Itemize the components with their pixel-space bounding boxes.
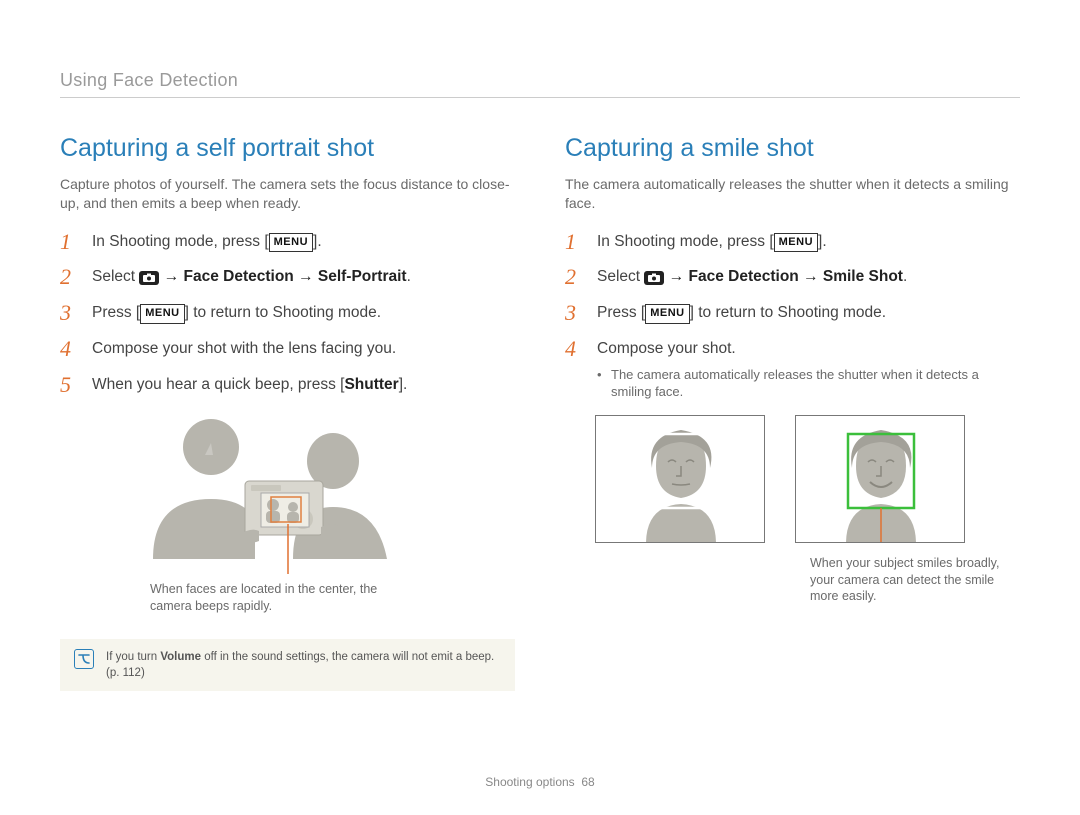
right-step2-text-a: Select xyxy=(597,268,644,285)
menu-label: MENU xyxy=(774,233,818,252)
page-footer: Shooting options 68 xyxy=(0,775,1080,789)
menu-label: MENU xyxy=(645,304,689,323)
left-step5-text-a: When you hear a quick beep, press [ xyxy=(92,376,344,393)
left-step1-text-a: In Shooting mode, press [ xyxy=(92,233,269,250)
right-step1-text-b: ]. xyxy=(818,233,827,250)
camera-icon xyxy=(644,271,664,285)
left-step2-text-b: → Face Detection → Self-Portrait xyxy=(159,268,406,285)
left-step3-text-a: Press [ xyxy=(92,304,140,321)
breadcrumb: Using Face Detection xyxy=(60,70,1020,98)
note-icon xyxy=(74,649,94,669)
left-intro: Capture photos of yourself. The camera s… xyxy=(60,175,515,213)
left-step2-text-c: . xyxy=(407,268,411,285)
self-portrait-illustration: When faces are located in the center, th… xyxy=(60,409,515,615)
right-step4-text: Compose your shot. xyxy=(597,340,736,357)
menu-label: MENU xyxy=(269,233,313,252)
right-step2-text-b: → Face Detection → Smile Shot xyxy=(664,268,903,285)
right-step1-text-a: In Shooting mode, press [ xyxy=(597,233,774,250)
right-step-4: Compose your shot. The camera automatica… xyxy=(565,338,1020,401)
smile-frames xyxy=(565,415,1020,543)
left-step5-text-c: ]. xyxy=(399,376,408,393)
left-step2-text-a: Select xyxy=(92,268,139,285)
content-columns: Capturing a self portrait shot Capture p… xyxy=(60,134,1020,691)
footer-section: Shooting options xyxy=(485,775,574,789)
left-step-2: Select → Face Detection → Self-Portrait. xyxy=(60,266,515,288)
left-step-3: Press [MENU] to return to Shooting mode. xyxy=(60,302,515,324)
left-step-4: Compose your shot with the lens facing y… xyxy=(60,338,515,360)
left-step3-text-b: ] to return to Shooting mode. xyxy=(185,304,381,321)
right-steps: In Shooting mode, press [MENU]. Select →… xyxy=(565,231,1020,401)
note-text-a: If you turn xyxy=(106,651,160,663)
right-heading: Capturing a smile shot xyxy=(565,134,1020,163)
footer-page-number: 68 xyxy=(581,775,594,789)
right-step3-text-a: Press [ xyxy=(597,304,645,321)
right-column: Capturing a smile shot The camera automa… xyxy=(565,134,1020,691)
left-heading: Capturing a self portrait shot xyxy=(60,134,515,163)
left-step1-text-b: ]. xyxy=(313,233,322,250)
camera-icon xyxy=(139,271,159,285)
right-step-1: In Shooting mode, press [MENU]. xyxy=(565,231,1020,253)
right-step2-text-c: . xyxy=(903,268,907,285)
menu-label: MENU xyxy=(140,304,184,323)
note-text: If you turn Volume off in the sound sett… xyxy=(106,649,501,681)
note-box: If you turn Volume off in the sound sett… xyxy=(60,639,515,691)
left-steps: In Shooting mode, press [MENU]. Select →… xyxy=(60,231,515,395)
right-intro: The camera automatically releases the sh… xyxy=(565,175,1020,213)
smile-frame-smiling xyxy=(795,415,965,543)
left-column: Capturing a self portrait shot Capture p… xyxy=(60,134,515,691)
right-step-2: Select → Face Detection → Smile Shot. xyxy=(565,266,1020,288)
right-step3-text-b: ] to return to Shooting mode. xyxy=(690,304,886,321)
left-step-1: In Shooting mode, press [MENU]. xyxy=(60,231,515,253)
shutter-label: Shutter xyxy=(344,376,398,393)
left-step-5: When you hear a quick beep, press [Shutt… xyxy=(60,374,515,396)
left-illustration-caption: When faces are located in the center, th… xyxy=(150,581,400,615)
right-illustration-caption: When your subject smiles broadly, your c… xyxy=(810,555,1010,606)
smile-frame-neutral xyxy=(595,415,765,543)
right-step4-sub: The camera automatically releases the sh… xyxy=(597,366,1020,401)
right-step-3: Press [MENU] to return to Shooting mode. xyxy=(565,302,1020,324)
note-volume: Volume xyxy=(160,651,201,663)
right-step4-sublist: The camera automatically releases the sh… xyxy=(597,366,1020,401)
